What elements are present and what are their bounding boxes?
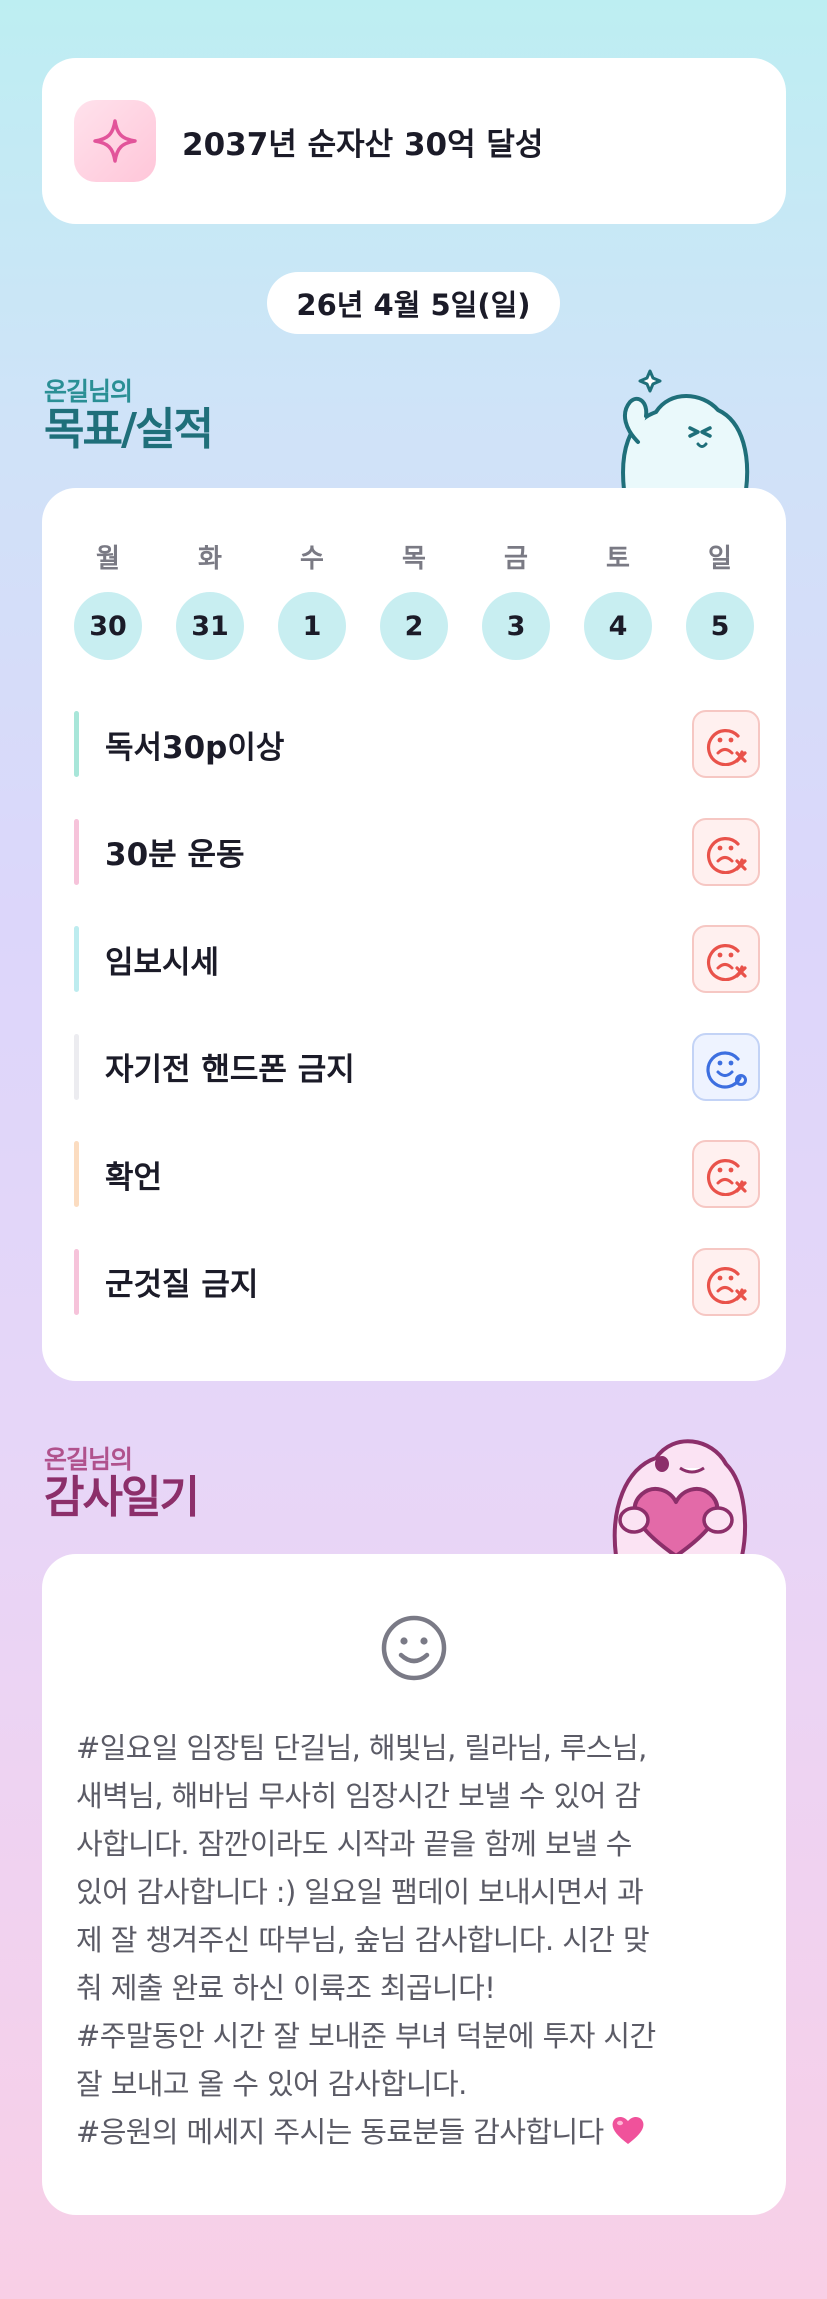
sad-face-fail-icon	[706, 944, 747, 981]
day-column[interactable]: 일5	[686, 538, 754, 660]
habit-color-bar	[74, 1033, 79, 1100]
ghost-mascot-icon	[621, 369, 750, 492]
goal-card[interactable]: 2037년 순자산 30억 달성	[42, 58, 786, 224]
gratitude-body: #일요일 임장팀 단길님, 해빛님, 릴라님, 루스님, 새벽님, 해바님 무사…	[76, 1731, 656, 2149]
smile-done-icon	[706, 1050, 747, 1088]
habit-label: 독서30p이상	[105, 729, 285, 766]
day-column[interactable]: 월 30	[74, 538, 142, 660]
day-number[interactable]: 3	[482, 592, 550, 660]
heart-icon	[612, 2116, 644, 2144]
goals-card: 월 30 화 31 수 1 목 2 금 3 토 4 일 5 독서30p이상 30분 운동 임보시세 자기전 핸드…	[42, 488, 786, 1381]
sparkle-icon	[74, 100, 156, 182]
habit-status-button[interactable]	[692, 1032, 760, 1101]
goals-section-title: 목표/실적	[44, 404, 214, 455]
week-strip: 월 30 화 31 수 1 목 2 금 3 토 4 일 5	[74, 538, 754, 660]
habit-color-bar	[74, 926, 79, 992]
habit-status-button[interactable]	[692, 1140, 760, 1208]
gratitude-card[interactable]: #일요일 임장팀 단길님, 해빛님, 릴라님, 루스님, 새벽님, 해바님 무사…	[42, 1554, 786, 2215]
day-column[interactable]: 목2	[380, 538, 448, 660]
smile-icon	[381, 1615, 447, 1681]
day-name: 월	[96, 544, 120, 574]
habit-label: 30분 운동	[105, 837, 245, 873]
sad-face-fail-icon	[706, 836, 747, 874]
day-number[interactable]: 30	[74, 592, 142, 660]
day-column[interactable]: 수1	[278, 538, 346, 660]
day-name: 토	[606, 544, 630, 574]
habit-label: 군것질 금지	[105, 1267, 259, 1303]
day-name: 목	[402, 544, 426, 574]
day-number[interactable]: 2	[380, 592, 448, 660]
day-number[interactable]: 4	[584, 592, 652, 660]
gratitude-text: #일요일 임장팀 단길님, 해빛님, 릴라님, 루스님, 새벽님, 해바님 무사…	[76, 1724, 766, 2156]
day-name: 금	[504, 544, 528, 574]
day-column[interactable]: 화 31	[176, 538, 244, 660]
habit-color-bar	[74, 1248, 79, 1315]
gratitude-section-header: 온길님의 감사일기	[44, 1440, 200, 1523]
day-name: 수	[300, 544, 324, 574]
habit-status-button[interactable]	[692, 1247, 760, 1316]
habit-row[interactable]: 군것질 금지	[74, 1247, 760, 1316]
day-name: 화	[198, 544, 222, 574]
goals-section-subtitle: 온길님의	[44, 377, 133, 406]
habit-status-button[interactable]	[692, 710, 760, 778]
gratitude-section-title: 감사일기	[44, 1472, 200, 1523]
goal-title: 2037년 순자산 30억 달성	[182, 126, 544, 163]
habit-status-button[interactable]	[692, 925, 760, 993]
sad-face-fail-icon	[706, 1159, 747, 1196]
habit-row[interactable]: 임보시세	[74, 925, 760, 993]
habit-label: 자기전 핸드폰 금지	[105, 1052, 355, 1088]
goals-section-header: 온길님의 목표/실적	[44, 372, 214, 455]
habit-row[interactable]: 자기전 핸드폰 금지	[74, 1032, 760, 1101]
day-name: 일	[708, 544, 732, 574]
heart-mascot-icon	[612, 1439, 747, 1558]
sad-face-fail-icon	[706, 729, 747, 766]
habit-row[interactable]: 독서30p이상	[74, 710, 760, 778]
habit-color-bar	[74, 1141, 79, 1207]
habit-row[interactable]: 30분 운동	[74, 817, 760, 886]
habit-color-bar	[74, 818, 79, 885]
day-number[interactable]: 5	[686, 592, 754, 660]
sad-face-fail-icon	[706, 1266, 747, 1304]
day-column[interactable]: 토4	[584, 538, 652, 660]
habit-label: 임보시세	[105, 944, 220, 981]
day-column[interactable]: 금3	[482, 538, 550, 660]
habit-color-bar	[74, 711, 79, 777]
habit-row[interactable]: 확언	[74, 1140, 760, 1208]
habit-label: 확언	[105, 1159, 163, 1196]
habit-status-button[interactable]	[692, 817, 760, 886]
day-number[interactable]: 31	[176, 592, 244, 660]
gratitude-section-subtitle: 온길님의	[44, 1445, 133, 1474]
day-number[interactable]: 1	[278, 592, 346, 660]
date-label[interactable]: 26년 4월 5일(일)	[267, 272, 560, 334]
